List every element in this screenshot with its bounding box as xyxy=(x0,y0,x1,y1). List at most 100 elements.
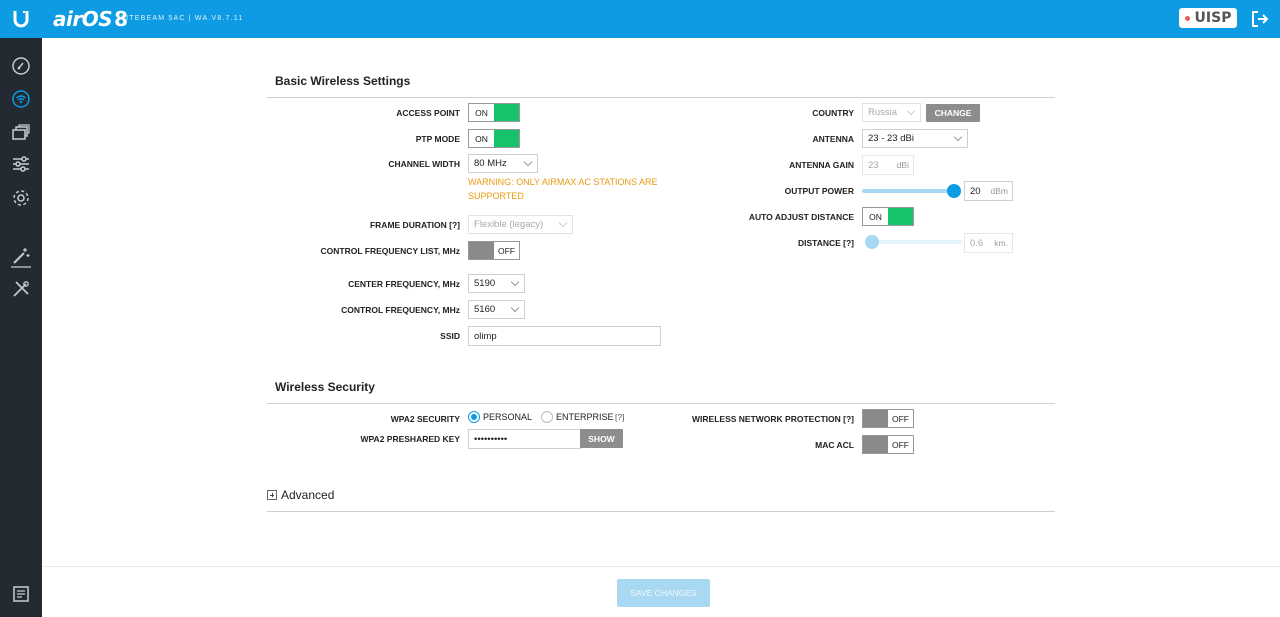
center-freq-select[interactable]: 5190 xyxy=(468,274,525,293)
auto-adjust-distance-toggle[interactable]: ON xyxy=(862,207,914,226)
channel-width-select[interactable]: 80 MHz xyxy=(468,154,538,173)
toggle-off-indicator xyxy=(863,410,888,427)
antenna-select[interactable]: 23 - 23 dBi xyxy=(862,129,968,148)
channel-width-value: 80 MHz xyxy=(474,158,507,169)
channel-width-label: CHANNEL WIDTH xyxy=(388,159,460,169)
access-point-label: ACCESS POINT xyxy=(396,108,460,118)
ptp-mode-label: PTP MODE xyxy=(415,134,460,144)
distance-input: 0.6 km. xyxy=(964,233,1013,253)
distance-label[interactable]: DISTANCE [?] xyxy=(798,238,854,248)
antenna-gain-value: 23 xyxy=(868,159,879,171)
control-freq-value: 5160 xyxy=(474,304,496,315)
frame-duration-label[interactable]: FRAME DURATION [?] xyxy=(370,220,460,230)
wpa2-security-label: WPA2 SECURITY xyxy=(390,414,460,424)
channel-width-warning: WARNING: ONLY AIRMAX AC STATIONS ARE SUP… xyxy=(468,177,658,201)
distance-unit: km. xyxy=(994,238,1008,248)
output-power-value: 20 xyxy=(970,185,981,197)
uisp-button[interactable]: UISP xyxy=(1179,8,1237,28)
ssid-value: olimp xyxy=(474,330,497,342)
control-freq-select[interactable]: 5160 xyxy=(468,300,525,319)
ubiquiti-logo-icon[interactable] xyxy=(0,0,42,38)
output-power-label: OUTPUT POWER xyxy=(784,186,854,196)
advanced-label: Advanced xyxy=(281,488,335,502)
control-freq-list-label: CONTROL FREQUENCY LIST, MHz xyxy=(320,246,460,256)
auto-adjust-distance-state: ON xyxy=(869,211,882,222)
change-country-button[interactable]: CHANGE xyxy=(926,104,980,122)
country-select: Russia xyxy=(862,103,921,122)
frame-duration-select: Flexible (legacy) xyxy=(468,215,573,234)
antenna-value: 23 - 23 dBi xyxy=(868,133,914,144)
logout-icon[interactable] xyxy=(1250,9,1270,29)
chevron-down-icon xyxy=(906,106,916,116)
control-freq-list-toggle[interactable]: OFF xyxy=(468,241,520,260)
wireless-security-title: Wireless Security xyxy=(275,380,375,394)
antenna-gain-unit: dBi xyxy=(896,160,909,170)
wizard-wand-icon[interactable] xyxy=(11,246,31,266)
output-power-slider-handle[interactable] xyxy=(947,184,961,198)
ssid-label: SSID xyxy=(440,331,460,341)
show-password-button[interactable]: SHOW xyxy=(580,429,623,448)
ssid-input[interactable]: olimp xyxy=(468,326,661,346)
toggle-on-indicator xyxy=(888,208,913,225)
enterprise-help[interactable]: [?] xyxy=(615,412,624,422)
wpa2-psk-label: WPA2 PRESHARED KEY xyxy=(360,434,461,444)
ptp-mode-toggle[interactable]: ON xyxy=(468,129,520,148)
distance-slider-handle xyxy=(865,235,879,249)
top-bar: airOS 8 LITEBEAM 5AC | WA.V8.7.11 UISP xyxy=(0,0,1280,38)
center-freq-label: CENTER FREQUENCY, MHz xyxy=(348,279,460,289)
settings-gear-icon[interactable] xyxy=(11,188,31,208)
tools-icon[interactable] xyxy=(11,279,31,299)
wireless-icon[interactable] xyxy=(11,89,31,109)
basic-wireless-divider xyxy=(267,97,1055,98)
toggle-off-indicator xyxy=(469,242,494,259)
mac-acl-toggle[interactable]: OFF xyxy=(862,435,914,454)
center-freq-value: 5190 xyxy=(474,278,496,289)
brand-logo: airOS 8 xyxy=(53,7,128,31)
auto-adjust-distance-label: AUTO ADJUST DISTANCE xyxy=(748,212,854,222)
advanced-divider xyxy=(267,511,1055,512)
network-icon[interactable] xyxy=(11,122,31,142)
chevron-down-icon xyxy=(510,277,520,287)
brand-name: airOS xyxy=(53,7,113,31)
wireless-security-divider xyxy=(267,403,1055,404)
services-icon[interactable] xyxy=(11,154,31,174)
sidebar-divider xyxy=(11,266,31,268)
dashboard-icon[interactable] xyxy=(11,56,31,76)
sidebar xyxy=(0,38,42,617)
toggle-on-indicator xyxy=(494,104,519,121)
mac-acl-state: OFF xyxy=(892,439,909,450)
basic-wireless-title: Basic Wireless Settings xyxy=(275,74,411,88)
ptp-mode-state: ON xyxy=(475,133,488,144)
mac-acl-label: MAC ACL xyxy=(815,440,854,450)
output-power-slider-track[interactable] xyxy=(862,189,957,193)
wireless-network-protection-state: OFF xyxy=(892,413,909,424)
chevron-down-icon xyxy=(510,303,520,313)
distance-slider-track xyxy=(866,240,962,244)
advanced-expander[interactable]: Advanced xyxy=(267,488,334,502)
enterprise-radio[interactable] xyxy=(541,411,553,423)
toggle-on-indicator xyxy=(494,130,519,147)
frame-duration-value: Flexible (legacy) xyxy=(474,219,544,230)
output-power-input[interactable]: 20 dBm xyxy=(964,181,1013,201)
chevron-down-icon xyxy=(523,157,533,167)
expand-plus-icon xyxy=(267,490,277,500)
log-icon[interactable] xyxy=(11,584,31,604)
wireless-network-protection-label[interactable]: WIRELESS NETWORK PROTECTION [?] xyxy=(692,414,854,424)
access-point-toggle[interactable]: ON xyxy=(468,103,520,122)
distance-value: 0.6 xyxy=(970,237,984,249)
chevron-down-icon xyxy=(953,132,963,142)
antenna-gain-label: ANTENNA GAIN xyxy=(789,160,854,170)
output-power-unit: dBm xyxy=(990,186,1008,196)
personal-radio[interactable] xyxy=(468,411,480,423)
enterprise-label[interactable]: ENTERPRISE xyxy=(556,412,614,422)
access-point-state: ON xyxy=(475,107,488,118)
wpa2-psk-input[interactable]: •••••••••• xyxy=(468,429,581,449)
device-info: LITEBEAM 5AC | WA.V8.7.11 xyxy=(121,15,244,22)
wpa2-psk-value: •••••••••• xyxy=(474,433,508,445)
wireless-network-protection-toggle[interactable]: OFF xyxy=(862,409,914,428)
uisp-label: UISP xyxy=(1194,10,1232,26)
antenna-gain-input: 23 dBi xyxy=(862,155,914,175)
toggle-off-indicator xyxy=(863,436,888,453)
save-changes-button[interactable]: SAVE CHANGES xyxy=(617,579,710,607)
personal-label[interactable]: PERSONAL xyxy=(483,412,532,422)
